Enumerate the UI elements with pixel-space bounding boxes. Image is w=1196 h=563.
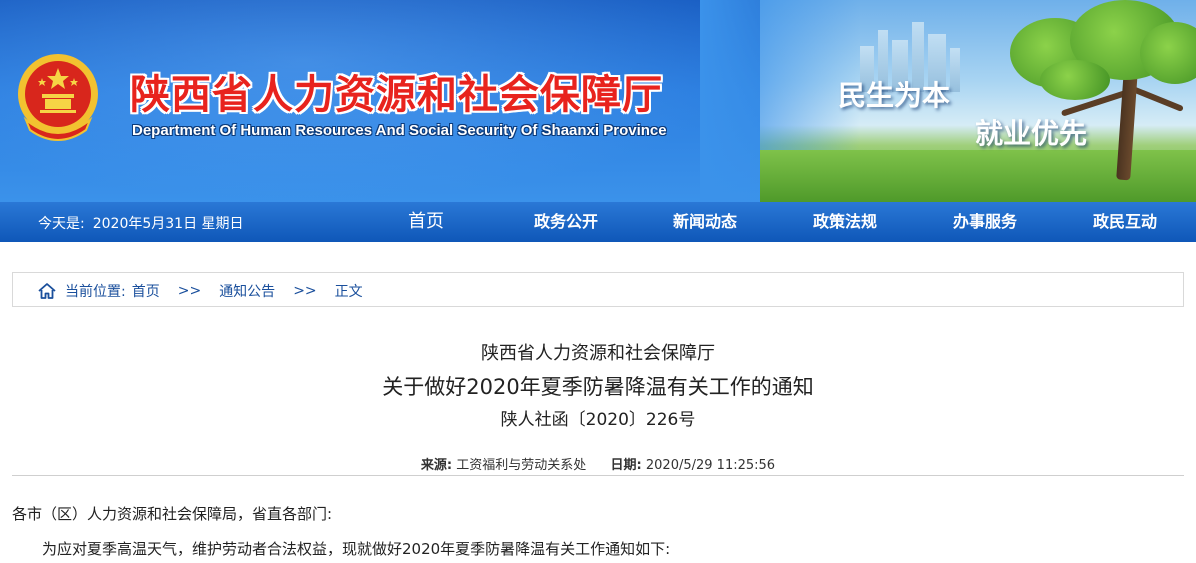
site-title-en: Department Of Human Resources And Social…	[132, 122, 667, 139]
nav-item-home[interactable]: 首页	[386, 202, 466, 242]
slogan-primary: 民生为本	[838, 79, 951, 112]
breadcrumb-current: 正文	[334, 284, 363, 300]
date-value: 2020/5/29 11:25:56	[645, 458, 776, 473]
tree-canopy	[1040, 60, 1110, 100]
article-title: 关于做好2020年夏季防暑降温有关工作的通知	[382, 375, 814, 399]
article-issuer: 陕西省人力资源和社会保障厅	[481, 343, 715, 364]
slogan-secondary: 就业优先	[975, 117, 1088, 150]
date-label: 日期:	[610, 458, 642, 473]
nav-item-government-affairs[interactable]: 政务公开	[518, 202, 614, 242]
meta-divider	[12, 475, 1184, 476]
national-emblem-icon	[18, 54, 98, 141]
header-banner: 陕西省人力资源和社会保障厅 Department Of Human Resour…	[0, 0, 1196, 202]
breadcrumb-prefix: 当前位置:	[65, 284, 126, 300]
breadcrumb-separator: >>	[293, 283, 317, 299]
nav-item-services[interactable]: 办事服务	[937, 202, 1033, 242]
breadcrumb: 当前位置: 首页 >> 通知公告 >> 正文	[12, 272, 1184, 307]
site-title-cn: 陕西省人力资源和社会保障厅	[130, 71, 663, 118]
article-doc-number: 陕人社函〔2020〕226号	[500, 410, 696, 430]
nav-item-interaction[interactable]: 政民互动	[1077, 202, 1173, 242]
article-header: 陕西省人力资源和社会保障厅 关于做好2020年夏季防暑降温有关工作的通知 陕人社…	[0, 340, 1196, 434]
nav-item-news[interactable]: 新闻动态	[657, 202, 753, 242]
article-salutation: 各市（区）人力资源和社会保障局，省直各部门:	[12, 505, 333, 523]
article-meta: 来源: 工资福利与劳动关系处 日期: 2020/5/29 11:25:56	[0, 454, 1196, 473]
article-paragraph: 为应对夏季高温天气，维护劳动者合法权益，现就做好2020年夏季防暑降温有关工作通…	[42, 540, 671, 558]
breadcrumb-home-link[interactable]: 首页	[132, 281, 160, 301]
breadcrumb-separator: >>	[177, 283, 202, 299]
source-value: 工资福利与劳动关系处	[456, 458, 587, 473]
breadcrumb-section-link[interactable]: 通知公告	[219, 281, 275, 301]
nav-item-policies[interactable]: 政策法规	[797, 202, 893, 242]
today-value: 2020年5月31日 星期日	[92, 216, 244, 232]
today-date: 今天是: 2020年5月31日 星期日	[38, 213, 252, 233]
main-nav: 今天是: 2020年5月31日 星期日 首页 政务公开 新闻动态 政策法规 办事服…	[0, 202, 1196, 242]
today-label: 今天是:	[38, 216, 85, 232]
breadcrumb-trail: 当前位置: 首页 >> 通知公告 >> 正文	[37, 281, 363, 301]
source-label: 来源:	[420, 458, 453, 473]
home-icon	[38, 283, 56, 299]
